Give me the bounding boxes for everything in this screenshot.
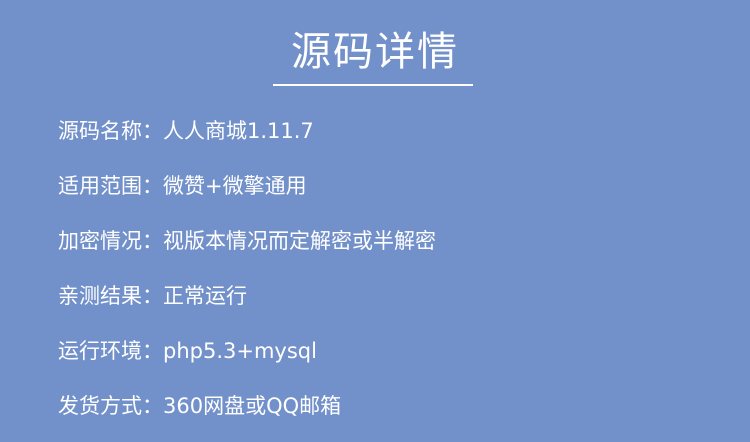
info-separator: ： (142, 339, 163, 363)
info-value: 正常运行 (163, 284, 247, 308)
info-row-test-result: 亲测结果：正常运行 (58, 277, 718, 332)
page: { "header": { "title": "源码详情" }, "info":… (0, 0, 750, 424)
info-label: 发货方式 (58, 394, 142, 418)
info-label: 运行环境 (58, 339, 142, 363)
info-separator: ： (142, 394, 163, 418)
info-separator: ： (142, 284, 163, 308)
info-value: 微赞+微擎通用 (163, 174, 307, 198)
info-separator: ： (142, 229, 163, 253)
title-underline (273, 84, 473, 86)
info-value: 360网盘或QQ邮箱 (163, 394, 342, 418)
info-row-source-name: 源码名称：人人商城1.11.7 (58, 112, 718, 167)
info-label: 亲测结果 (58, 284, 142, 308)
info-list: 源码名称：人人商城1.11.7 适用范围：微赞+微擎通用 加密情况：视版本情况而… (58, 112, 718, 442)
page-title: 源码详情 (291, 29, 459, 75)
info-value: php5.3+mysql (163, 339, 317, 363)
info-row-environment: 运行环境：php5.3+mysql (58, 332, 718, 387)
info-label: 源码名称 (58, 119, 142, 143)
title-area: 源码详情 (0, 22, 750, 82)
info-separator: ： (142, 119, 163, 143)
info-label: 加密情况 (58, 229, 142, 253)
info-value: 视版本情况而定解密或半解密 (163, 229, 436, 253)
info-row-scope: 适用范围：微赞+微擎通用 (58, 167, 718, 222)
info-separator: ： (142, 174, 163, 198)
info-row-encryption: 加密情况：视版本情况而定解密或半解密 (58, 222, 718, 277)
info-label: 适用范围 (58, 174, 142, 198)
info-value: 人人商城1.11.7 (163, 119, 314, 143)
info-row-delivery: 发货方式：360网盘或QQ邮箱 (58, 387, 718, 442)
